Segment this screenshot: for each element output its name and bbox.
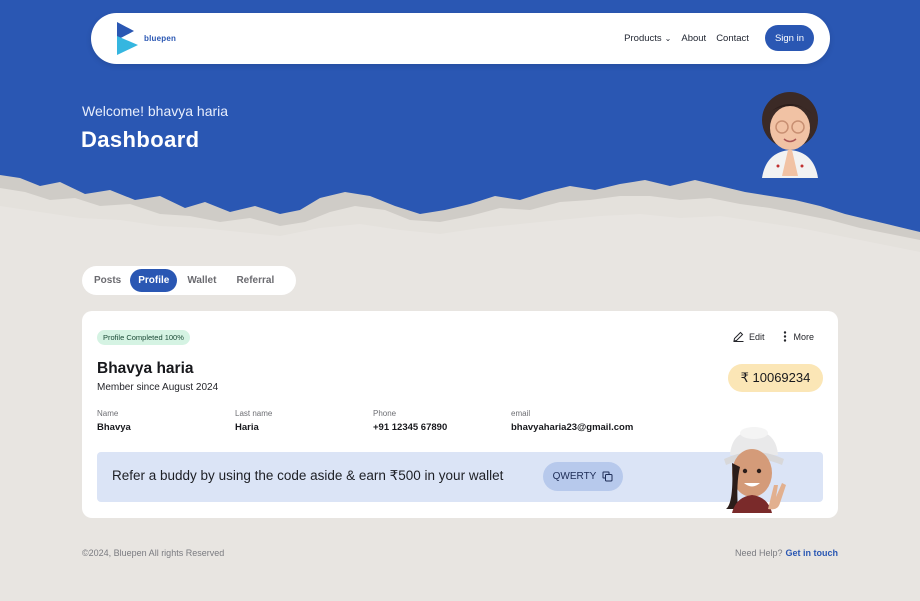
page-title: Dashboard — [81, 127, 200, 152]
memoji-avatar-peace — [724, 427, 786, 513]
field-value: +91 12345 67890 — [373, 422, 448, 433]
get-in-touch-link[interactable]: Get in touch — [786, 548, 839, 558]
bluepen-logo[interactable]: bluepen — [116, 22, 176, 56]
edit-label: Edit — [748, 331, 765, 342]
tab-profile[interactable]: Profile — [130, 269, 178, 292]
chevron-down-icon: ⌄ — [664, 33, 672, 43]
logo-icon — [117, 22, 138, 55]
nav-about[interactable]: About — [681, 33, 706, 44]
field-value: Haria — [235, 422, 259, 433]
sign-in-button[interactable]: Sign in — [764, 25, 814, 51]
logo-text: bluepen — [144, 34, 177, 43]
card-actions: Edit More — [715, 331, 814, 342]
field-value: Bhavya — [97, 422, 131, 433]
more-label: More — [793, 331, 814, 342]
footer-help: Need Help? Get in touch — [735, 548, 838, 558]
navbar: bluepen Products ⌄ About Contact Sign in — [91, 13, 830, 64]
profile-name: Bhavya haria — [97, 360, 194, 377]
referral-text: Refer a buddy by using the code aside & … — [112, 468, 504, 483]
copy-referral-code-button[interactable]: QWERTY — [543, 462, 623, 491]
memoji-avatar-namaste — [762, 92, 818, 178]
more-button[interactable]: More — [782, 331, 814, 342]
footer-copyright: ©2024, Bluepen All rights Reserved — [82, 548, 225, 558]
nav-contact[interactable]: Contact — [716, 33, 749, 44]
profile-completion-badge: Profile Completed 100% — [97, 330, 190, 345]
field-label: Phone — [373, 409, 397, 418]
tab-referral[interactable]: Referral — [228, 269, 282, 292]
tab-posts[interactable]: Posts — [86, 269, 129, 292]
nav-products[interactable]: Products ⌄ — [624, 33, 671, 44]
tab-wallet[interactable]: Wallet — [179, 269, 224, 292]
field-label: Name — [97, 409, 119, 418]
profile-card: Profile Completed 100% Edit More Bhavya … — [82, 311, 838, 518]
field-last-name: Last name Haria — [235, 409, 272, 433]
field-label: email — [511, 409, 531, 418]
pencil-icon — [733, 331, 744, 342]
dashboard-tabs: Posts Profile Wallet Referral — [82, 266, 296, 295]
field-email: email bhavyaharia23@gmail.com — [511, 409, 633, 433]
field-label: Last name — [235, 409, 273, 418]
wallet-balance: ₹ 10069234 — [728, 364, 823, 392]
field-value: bhavyaharia23@gmail.com — [511, 422, 634, 433]
welcome-text: Welcome! bhavya haria — [82, 103, 229, 119]
nav-products-label: Products — [624, 32, 662, 44]
copy-icon — [602, 471, 613, 482]
member-since: Member since August 2024 — [97, 382, 219, 393]
nav-links: Products ⌄ About Contact Sign in — [614, 25, 814, 51]
more-vertical-icon — [784, 331, 787, 342]
help-text: Need Help? — [734, 548, 783, 558]
field-phone: Phone +91 12345 67890 — [373, 409, 447, 433]
referral-code: QWERTY — [552, 471, 597, 482]
edit-button[interactable]: Edit — [733, 331, 765, 342]
field-first-name: Name Bhavya — [97, 409, 131, 433]
